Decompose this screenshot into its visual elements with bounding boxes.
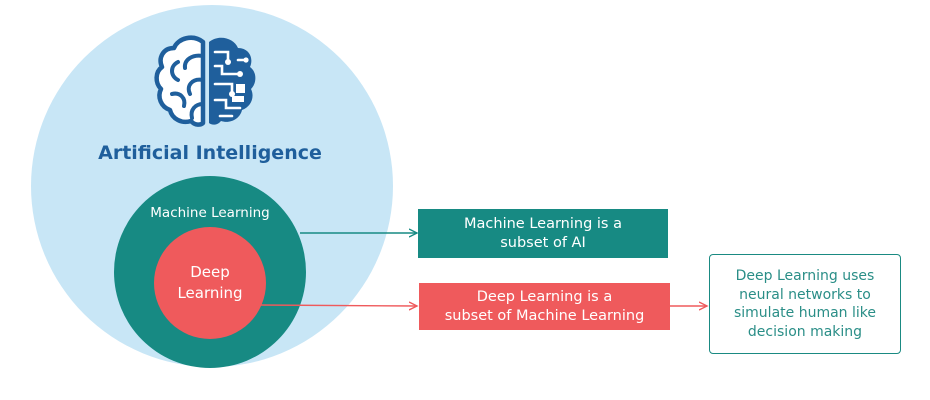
dl-note-text: Deep Learning uses neural networks to si… — [733, 268, 876, 340]
dl-note-box: Deep Learning uses neural networks to si… — [709, 254, 901, 354]
dl-callout-text: Deep Learning is a subset of Machine Lea… — [444, 288, 645, 324]
ml-callout-box: Machine Learning is a subset of AI — [418, 209, 668, 258]
ml-callout-text: Machine Learning is a subset of AI — [464, 215, 622, 251]
dl-callout-box: Deep Learning is a subset of Machine Lea… — [419, 283, 670, 330]
dl-title-text: Deep Learning — [177, 263, 243, 302]
ai-ml-dl-diagram: Artificial Intelligence Machine Learning… — [0, 0, 930, 400]
dl-title: Deep Learning — [150, 262, 270, 304]
ai-title: Artificial Intelligence — [98, 142, 322, 164]
dl-arrow — [257, 305, 417, 306]
ml-title: Machine Learning — [150, 205, 270, 221]
